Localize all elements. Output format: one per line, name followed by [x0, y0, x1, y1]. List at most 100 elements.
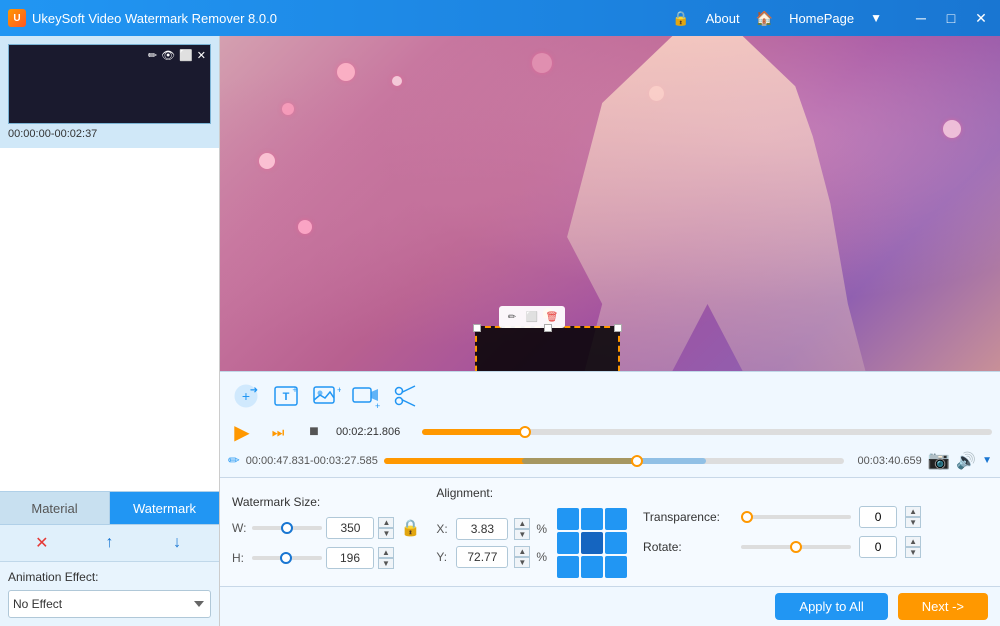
end-time: 00:03:40.659 — [850, 455, 922, 467]
x-down-button[interactable]: ▼ — [514, 529, 530, 540]
video-controls: + ➜ T + + — [220, 371, 1000, 477]
timeline-row: ✏ 00:00:47.831-00:03:27.585 00:03:40.659… — [228, 448, 992, 473]
watermark-selection-box[interactable]: ✏ ⬜ 🗑 — [475, 326, 620, 371]
play-button[interactable]: ▶ — [228, 418, 256, 446]
svg-text:+: + — [337, 385, 341, 395]
timeline-range — [522, 458, 706, 464]
align-mc[interactable] — [581, 532, 603, 554]
transparency-input[interactable]: 0 — [859, 506, 897, 528]
animation-select[interactable]: No Effect — [8, 590, 211, 618]
copy-icon[interactable]: ⬜ — [179, 49, 193, 62]
animation-label: Animation Effect: — [8, 570, 211, 584]
thumbnail-box: ✏ 👁 ⬜ ✕ — [8, 44, 211, 124]
video-content — [532, 36, 883, 371]
next-frame-button[interactable]: ⏭ — [264, 418, 292, 446]
add-image-button[interactable]: + — [308, 380, 344, 412]
transparency-down-button[interactable]: ▼ — [905, 517, 921, 528]
main-content: ✏ 👁 ⬜ ✕ 00:00:00-00:02:37 Material Water… — [0, 36, 1000, 626]
edit-icon[interactable]: ✏ — [148, 49, 157, 62]
current-time: 00:02:21.806 — [336, 426, 414, 438]
svg-text:+: + — [375, 401, 380, 409]
minimize-button[interactable]: ─ — [910, 7, 932, 29]
x-up-button[interactable]: ▲ — [514, 518, 530, 529]
y-input[interactable] — [456, 546, 508, 568]
about-label: About — [706, 11, 740, 26]
width-down-button[interactable]: ▼ — [378, 528, 394, 539]
homepage-button[interactable]: HomePage — [789, 11, 854, 26]
transparency-slider[interactable] — [741, 515, 851, 519]
add-watermark-button[interactable]: + ➜ — [228, 380, 264, 412]
y-up-button[interactable]: ▲ — [514, 546, 530, 557]
watermark-toolbar: ✏ ⬜ 🗑 — [499, 306, 565, 328]
transparency-up-button[interactable]: ▲ — [905, 506, 921, 517]
align-bc[interactable] — [581, 556, 603, 578]
delete-action-button[interactable]: ✕ — [28, 529, 56, 557]
height-slider[interactable] — [252, 556, 322, 560]
resize-handle-tr[interactable] — [614, 324, 622, 332]
align-tr[interactable] — [605, 508, 627, 530]
resize-handle-tl[interactable] — [473, 324, 481, 332]
title-bar: U UkeySoft Video Watermark Remover 8.0.0… — [0, 0, 1000, 36]
wm-edit-icon[interactable]: ✏ — [503, 308, 521, 326]
align-bl[interactable] — [557, 556, 579, 578]
delete-thumbnail-icon[interactable]: ✕ — [197, 49, 206, 62]
height-up-button[interactable]: ▲ — [378, 547, 394, 558]
x-label: X: — [436, 522, 450, 536]
rotate-down-button[interactable]: ▼ — [905, 547, 921, 558]
y-label: Y: — [436, 550, 450, 564]
rotate-slider[interactable] — [741, 545, 851, 549]
thumbnail-time: 00:00:00-00:02:37 — [8, 128, 211, 140]
dropdown-icon[interactable]: ▼ — [870, 11, 882, 25]
next-button[interactable]: Next -> — [898, 593, 988, 620]
settings-area: Watermark Size: W: 350 ▲ ▼ 🔒 — [220, 477, 1000, 586]
height-row: H: 196 ▲ ▼ — [232, 547, 420, 569]
camera-icon[interactable]: 📷 — [928, 450, 950, 471]
width-slider[interactable] — [252, 526, 322, 530]
timeline-thumb — [631, 455, 643, 467]
tab-material[interactable]: Material — [0, 492, 110, 524]
alignment-section: Alignment: X: ▲▼ % Y: — [436, 486, 627, 578]
align-ml[interactable] — [557, 532, 579, 554]
width-up-button[interactable]: ▲ — [378, 517, 394, 528]
align-br[interactable] — [605, 556, 627, 578]
scissors-button[interactable] — [388, 380, 424, 412]
align-tc[interactable] — [581, 508, 603, 530]
height-down-button[interactable]: ▼ — [378, 558, 394, 569]
tab-watermark[interactable]: Watermark — [110, 492, 219, 524]
y-down-button[interactable]: ▼ — [514, 557, 530, 568]
align-tl[interactable] — [557, 508, 579, 530]
about-button[interactable]: About — [706, 11, 740, 26]
timeline-track[interactable] — [384, 458, 844, 464]
apply-to-all-button[interactable]: Apply to All — [775, 593, 887, 620]
add-video-button[interactable]: + — [348, 380, 384, 412]
w-label: W: — [232, 521, 246, 535]
width-input[interactable]: 350 — [326, 517, 374, 539]
volume-dropdown-icon[interactable]: ▼ — [982, 455, 992, 466]
align-mr[interactable] — [605, 532, 627, 554]
height-spinners: ▲ ▼ — [378, 547, 394, 569]
app-icon: U — [8, 9, 26, 27]
close-button[interactable]: ✕ — [970, 7, 992, 29]
height-input[interactable]: 196 — [326, 547, 374, 569]
width-spinners: ▲ ▼ — [378, 517, 394, 539]
maximize-button[interactable]: □ — [940, 7, 962, 29]
add-text-button[interactable]: T + — [268, 380, 304, 412]
thumbnail-area: ✏ 👁 ⬜ ✕ 00:00:00-00:02:37 — [0, 36, 219, 148]
rotate-up-button[interactable]: ▲ — [905, 536, 921, 547]
stop-button[interactable]: ■ — [300, 418, 328, 446]
progress-track[interactable] — [422, 429, 992, 435]
transparency-row: Transparence: 0 ▲ ▼ — [643, 506, 988, 528]
x-input[interactable] — [456, 518, 508, 540]
wm-copy-icon[interactable]: ⬜ — [523, 308, 541, 326]
svg-text:+: + — [292, 385, 297, 395]
move-down-button[interactable]: ↓ — [163, 529, 191, 557]
move-up-button[interactable]: ↑ — [95, 529, 123, 557]
left-tabs: Material Watermark — [0, 491, 219, 524]
volume-icon[interactable]: 🔊 — [956, 451, 976, 471]
resize-handle-tm[interactable] — [544, 324, 552, 332]
rotate-input[interactable]: 0 — [859, 536, 897, 558]
visibility-icon[interactable]: 👁 — [161, 49, 175, 62]
watermark-size-label: Watermark Size: — [232, 495, 420, 509]
rotate-row: Rotate: 0 ▲ ▼ — [643, 536, 988, 558]
lock-icon[interactable]: 🔒 — [400, 518, 420, 538]
